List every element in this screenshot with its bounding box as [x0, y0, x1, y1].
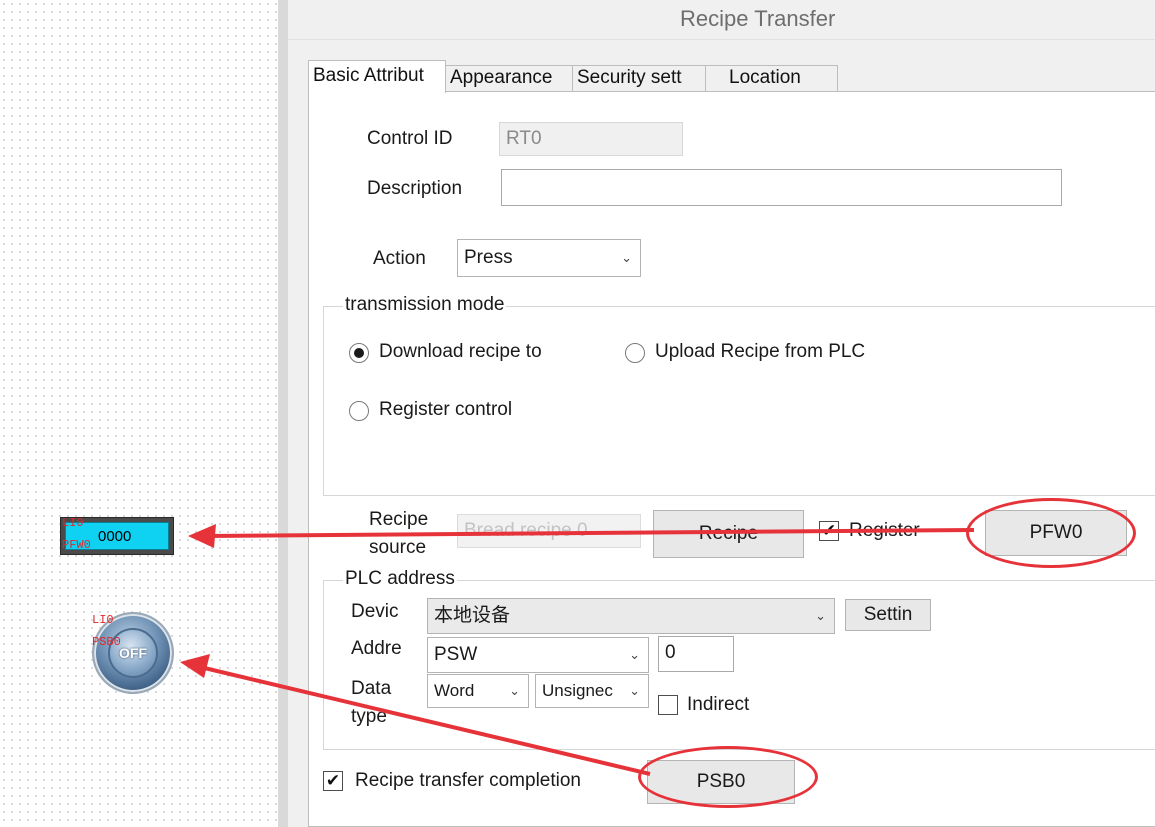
data-type-select[interactable]: Word ⌄ [427, 674, 529, 708]
control-id-field: RT0 [499, 122, 683, 156]
chevron-down-icon: ⌄ [815, 608, 826, 623]
recipe-source-label-line1: Recipe [369, 509, 429, 530]
radio-upload-recipe-label: Upload Recipe from PLC [655, 341, 866, 362]
dialog-title: Recipe Transfer [680, 6, 836, 31]
address-label: Addre [351, 638, 402, 659]
chevron-down-icon: ⌄ [629, 683, 640, 698]
indicator-lamp-tag-address: PSB0 [92, 635, 121, 649]
chevron-down-icon: ⌄ [509, 683, 520, 698]
radio-register-control-label: Register control [379, 399, 513, 420]
description-field[interactable] [501, 169, 1062, 206]
address-type-value: PSW [434, 644, 478, 665]
tab-basic-attributes[interactable]: Basic Attribut [308, 60, 446, 93]
indirect-checkbox[interactable] [658, 695, 678, 715]
data-type-label-line1: Data [351, 678, 392, 699]
address-type-select[interactable]: PSW ⌄ [427, 637, 649, 673]
recipe-transfer-dialog: Recipe Transfer Basic Attribut Appearanc… [288, 0, 1155, 827]
tab-security-settings[interactable]: Security sett [572, 65, 706, 91]
recipe-button[interactable]: Recipe [653, 510, 804, 558]
signedness-value: Unsignec [542, 681, 613, 700]
annotation-ellipse-completion [638, 746, 818, 808]
device-settings-button[interactable]: Settin [845, 599, 931, 631]
completion-label: Recipe transfer completion [355, 770, 581, 791]
register-label: Register [849, 520, 920, 541]
completion-checkbox[interactable]: ✔ [323, 771, 343, 791]
numeric-display-tag-id: LI0 [62, 516, 84, 530]
radio-download-recipe-label: Download recipe to [379, 341, 542, 362]
transmission-mode-title: transmission mode [343, 294, 507, 316]
device-select[interactable]: 本地设备 ⌄ [427, 598, 835, 634]
canvas-divider [278, 0, 288, 827]
action-select-value: Press [464, 247, 513, 268]
radio-upload-recipe[interactable] [625, 343, 645, 363]
device-label: Devic [351, 601, 399, 622]
description-label: Description [367, 178, 463, 199]
device-select-value: 本地设备 [434, 605, 511, 626]
dialog-titlebar: Recipe Transfer [288, 0, 1155, 40]
recipe-source-label-line2: source [369, 537, 427, 558]
indicator-lamp-tag-id: LI0 [92, 613, 114, 627]
checkmark-icon: ✔ [325, 771, 341, 790]
recipe-source-value: Bread recipe 0 [464, 520, 588, 541]
radio-download-recipe[interactable] [349, 343, 369, 363]
annotation-ellipse-register [966, 498, 1136, 568]
tab-appearance[interactable]: Appearance [445, 65, 573, 91]
recipe-source-select: Bread recipe 0 ⌄ [457, 514, 641, 548]
control-id-label: Control ID [367, 128, 453, 149]
data-type-label-line2: type [351, 706, 387, 727]
address-value-field[interactable]: 0 [658, 636, 734, 672]
action-select[interactable]: Press ⌄ [457, 239, 641, 277]
data-type-value: Word [434, 681, 475, 700]
radio-register-control[interactable] [349, 401, 369, 421]
tab-location[interactable]: Location [705, 65, 838, 91]
design-canvas: 0000 LI0 PFW0 OFF LI0 PSB0 [0, 0, 278, 827]
checkmark-icon: ✔ [821, 521, 837, 540]
chevron-down-icon: ⌄ [621, 523, 632, 538]
register-checkbox[interactable]: ✔ [819, 521, 839, 541]
plc-address-title: PLC address [343, 568, 457, 590]
chevron-down-icon: ⌄ [629, 647, 640, 662]
chevron-down-icon: ⌄ [621, 250, 632, 265]
numeric-display-tag-address: PFW0 [62, 538, 91, 552]
basic-attributes-panel: Control ID RT0 Description Action Press … [308, 91, 1155, 827]
action-label: Action [373, 248, 426, 269]
signedness-select[interactable]: Unsignec ⌄ [535, 674, 649, 708]
indirect-label: Indirect [687, 694, 750, 715]
